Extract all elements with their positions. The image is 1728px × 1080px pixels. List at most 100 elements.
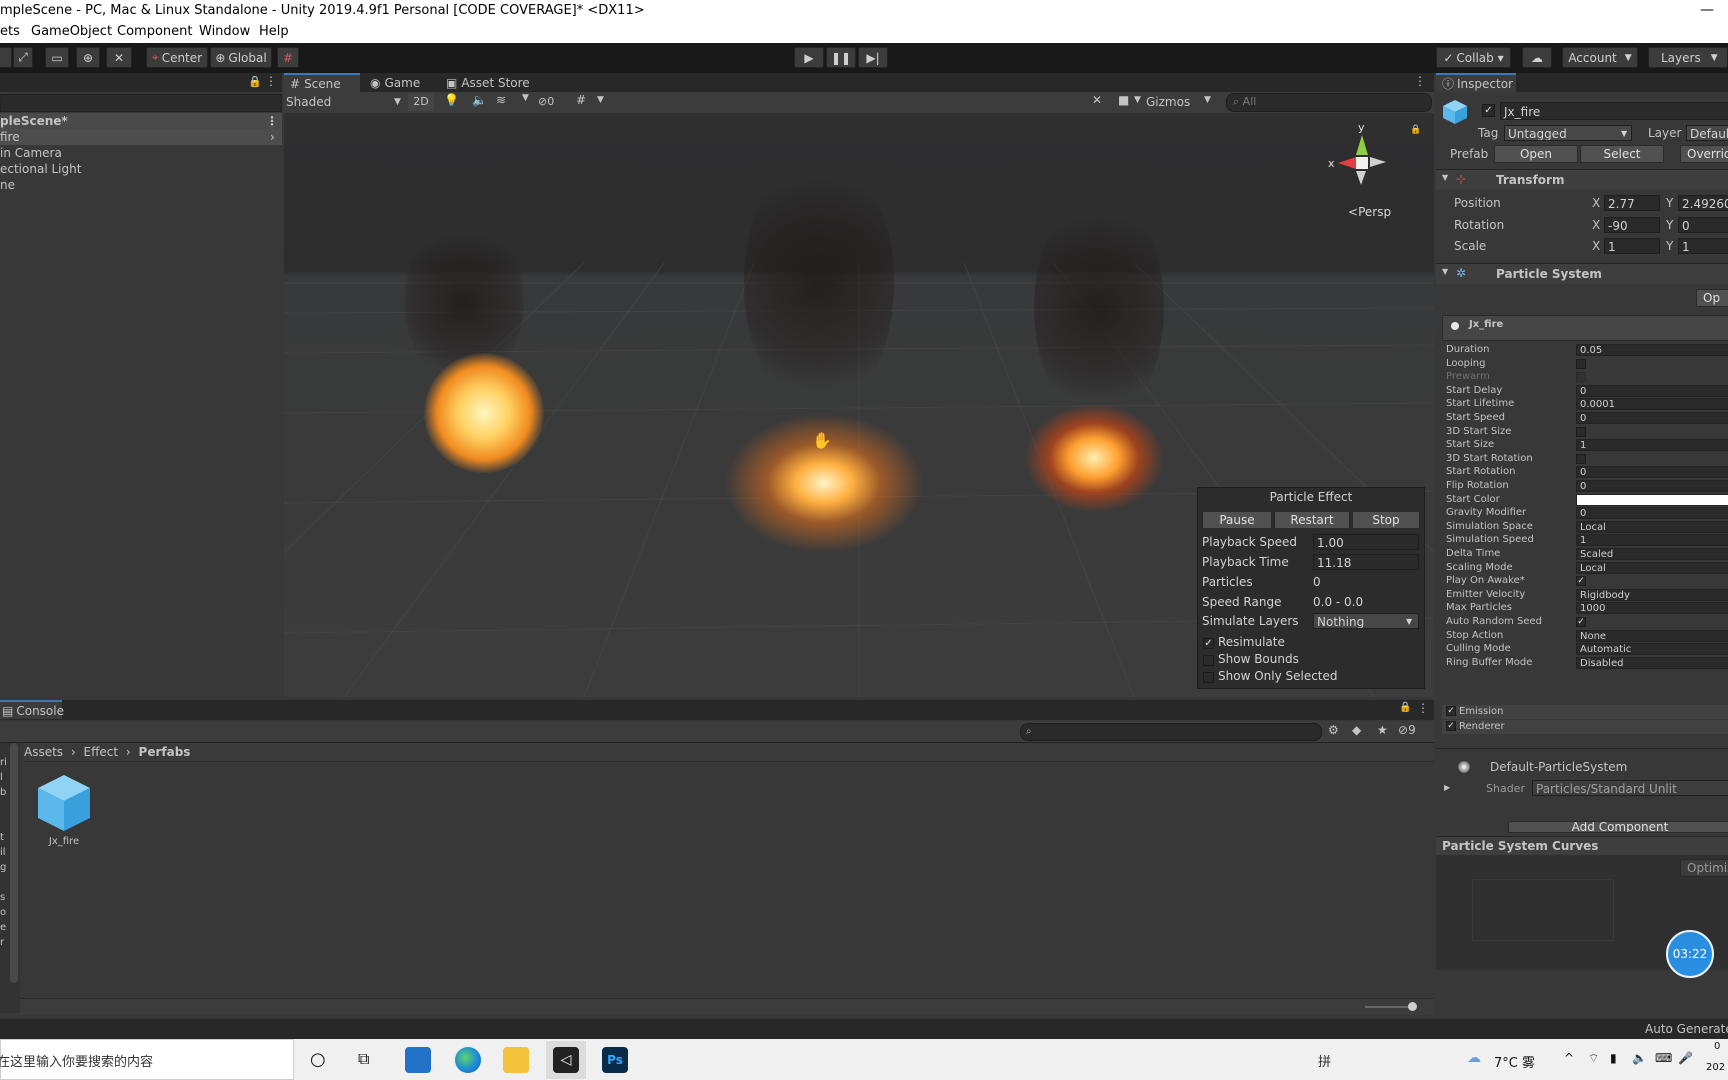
emission-checkbox[interactable]: ✓ bbox=[1446, 706, 1456, 716]
prefab-overrides-button[interactable]: Overrid bbox=[1680, 145, 1728, 163]
show-bounds-checkbox[interactable] bbox=[1203, 655, 1214, 666]
collab-button[interactable]: ✓ Collab ▾ bbox=[1436, 47, 1511, 68]
more-menu-icon[interactable]: ⋮ bbox=[1417, 701, 1429, 715]
effects-icon[interactable]: ≋ bbox=[496, 93, 506, 107]
ps-field-checkbox[interactable] bbox=[1576, 453, 1586, 464]
ps-field-value[interactable]: Automatic bbox=[1576, 643, 1728, 656]
gizmo-y-cone[interactable] bbox=[1356, 135, 1368, 155]
ps-field-value[interactable]: 0 bbox=[1576, 412, 1728, 424]
ps-field-checkbox[interactable] bbox=[1576, 372, 1586, 383]
show-only-selected-checkbox[interactable] bbox=[1203, 672, 1214, 683]
tab-inspector[interactable]: ⓘ Inspector bbox=[1436, 73, 1516, 92]
rect-tool-button[interactable]: ▭ bbox=[45, 47, 69, 68]
account-dropdown[interactable]: Account ▼ bbox=[1562, 47, 1638, 68]
transform-tool-button[interactable]: ⊕ bbox=[76, 47, 100, 68]
ps-field-value[interactable]: 1 bbox=[1576, 534, 1728, 547]
ps-field-value[interactable]: 0.0001 bbox=[1576, 398, 1728, 411]
active-checkbox[interactable]: ✓ bbox=[1482, 104, 1495, 117]
menu-assets[interactable]: ets bbox=[0, 24, 20, 39]
weather-text[interactable]: 7°C 雾 bbox=[1494, 1052, 1535, 1071]
gizmo-neg-y-cone[interactable] bbox=[1356, 171, 1366, 185]
tab-asset-store[interactable]: ▣ Asset Store bbox=[440, 73, 550, 92]
edge-browser-icon[interactable] bbox=[455, 1047, 481, 1073]
create-icon[interactable]: ⚙ bbox=[1328, 723, 1339, 737]
gizmos-dropdown[interactable]: Gizmos bbox=[1146, 93, 1196, 111]
chevron-up-icon[interactable]: ^ bbox=[1564, 1051, 1574, 1065]
ps-field-value[interactable]: 0 bbox=[1576, 507, 1728, 520]
transform-header[interactable]: ▼ ⊹ Transform bbox=[1436, 169, 1728, 190]
project-search-input[interactable]: ⌕ bbox=[1020, 723, 1322, 741]
projection-toggle[interactable]: <Persp bbox=[1348, 205, 1391, 219]
hidden-objects-toggle[interactable]: ⊘0 bbox=[538, 93, 570, 111]
microphone-icon[interactable]: 🎤 bbox=[1678, 1051, 1693, 1065]
clock-time[interactable]: 0 bbox=[1714, 1041, 1720, 1052]
add-component-button[interactable]: Add Component bbox=[1508, 821, 1728, 833]
hierarchy-scene-header[interactable]: pleScene* ⋮ bbox=[0, 113, 282, 129]
breadcrumb-assets[interactable]: Assets bbox=[24, 745, 63, 759]
gizmo-center-cube[interactable] bbox=[1356, 157, 1368, 169]
scale-x-field[interactable]: 1 bbox=[1604, 238, 1660, 254]
breadcrumb-effect[interactable]: Effect bbox=[84, 745, 119, 759]
tab-game[interactable]: ◉ Game bbox=[364, 73, 434, 92]
playback-time-field[interactable]: 11.18 bbox=[1313, 554, 1419, 570]
ps-field-value[interactable]: 0 bbox=[1576, 480, 1728, 492]
hidden-packages-toggle[interactable]: ⊘9 bbox=[1398, 723, 1416, 737]
menu-component[interactable]: Component bbox=[117, 24, 192, 39]
ps-field-value[interactable]: 1 bbox=[1576, 439, 1728, 452]
ps-field-value[interactable]: 0 bbox=[1576, 384, 1728, 397]
position-y-field[interactable]: 2.49260 bbox=[1678, 195, 1728, 211]
ps-field-value[interactable]: Disabled bbox=[1576, 656, 1728, 669]
position-x-field[interactable]: 2.77 bbox=[1604, 195, 1660, 211]
tools-icon[interactable]: ✕ bbox=[1092, 93, 1102, 107]
chevron-down-icon[interactable]: ▼ bbox=[597, 95, 604, 105]
simulate-layers-dropdown[interactable]: Nothing ▼ bbox=[1313, 613, 1419, 629]
chevron-right-icon[interactable]: › bbox=[270, 129, 275, 145]
camera-icon[interactable]: ■ bbox=[1118, 93, 1129, 107]
keyboard-icon[interactable]: ⌨ bbox=[1655, 1051, 1672, 1065]
renderer-module[interactable]: ✓ Renderer bbox=[1442, 720, 1728, 734]
label-icon[interactable]: ◆ bbox=[1352, 723, 1361, 737]
lock-icon[interactable]: 🔒 bbox=[1399, 702, 1411, 713]
layers-dropdown[interactable]: Layers ▼ bbox=[1648, 47, 1728, 68]
gizmo-x-cone[interactable] bbox=[1338, 157, 1356, 169]
clock-date[interactable]: 202 bbox=[1706, 1062, 1725, 1073]
orientation-gizmo[interactable]: y x 🔒 <Persp bbox=[1328, 121, 1421, 231]
pause-button[interactable]: ❚❚ bbox=[826, 47, 856, 68]
store-app-icon[interactable] bbox=[405, 1047, 431, 1073]
ps-field-value[interactable]: Local bbox=[1576, 561, 1728, 574]
rect-move-tool-button[interactable]: ⤢ bbox=[13, 47, 33, 68]
photoshop-icon[interactable]: Ps bbox=[602, 1047, 628, 1073]
open-editor-button[interactable]: Op bbox=[1696, 289, 1728, 307]
scale-y-field[interactable]: 1 bbox=[1678, 238, 1728, 254]
prefab-select-button[interactable]: Select bbox=[1580, 145, 1664, 163]
zoom-slider-thumb[interactable] bbox=[1408, 1002, 1417, 1011]
hierarchy-item[interactable]: in Camera bbox=[0, 145, 62, 161]
star-icon[interactable]: ★ bbox=[1377, 723, 1388, 737]
particle-module-header[interactable]: Jx_fire bbox=[1442, 315, 1728, 341]
ps-field-value[interactable]: Local bbox=[1576, 520, 1728, 533]
grid-icon[interactable]: # bbox=[576, 93, 586, 107]
gizmo-neg-x-cone[interactable] bbox=[1370, 157, 1386, 167]
pivot-global-button[interactable]: ⊕ Global bbox=[210, 47, 272, 68]
ps-field-value[interactable]: 0 bbox=[1576, 466, 1728, 479]
menu-gameobject[interactable]: GameObject bbox=[31, 24, 112, 39]
tab-console[interactable]: ▤ Console bbox=[0, 700, 64, 719]
ps-field-value[interactable]: Scaled bbox=[1576, 548, 1728, 560]
cortana-icon[interactable]: ○ bbox=[310, 1049, 326, 1070]
audio-icon[interactable]: 🔈 bbox=[472, 93, 487, 107]
volume-icon[interactable]: 🔈 bbox=[1632, 1051, 1647, 1065]
emission-module[interactable]: ✓ Emission bbox=[1442, 705, 1728, 719]
stop-button[interactable]: Stop bbox=[1352, 511, 1420, 529]
hand-tool-button[interactable] bbox=[0, 47, 12, 68]
shader-dropdown[interactable]: Particles/Standard Unlit bbox=[1532, 780, 1728, 796]
menu-window[interactable]: Window bbox=[199, 24, 250, 39]
pause-button[interactable]: Pause bbox=[1202, 511, 1272, 529]
layer-dropdown[interactable]: Default bbox=[1686, 125, 1728, 141]
prefab-open-button[interactable]: Open bbox=[1494, 145, 1578, 163]
ime-indicator[interactable]: 拼 bbox=[1318, 1051, 1331, 1070]
playback-speed-field[interactable]: 1.00 bbox=[1313, 534, 1419, 550]
tag-dropdown[interactable]: Untagged ▼ bbox=[1504, 125, 1632, 141]
hierarchy-item[interactable]: fire › bbox=[0, 129, 282, 145]
unity-icon[interactable]: ◁ bbox=[553, 1047, 579, 1073]
chevron-down-icon[interactable]: ▼ bbox=[1204, 95, 1211, 105]
